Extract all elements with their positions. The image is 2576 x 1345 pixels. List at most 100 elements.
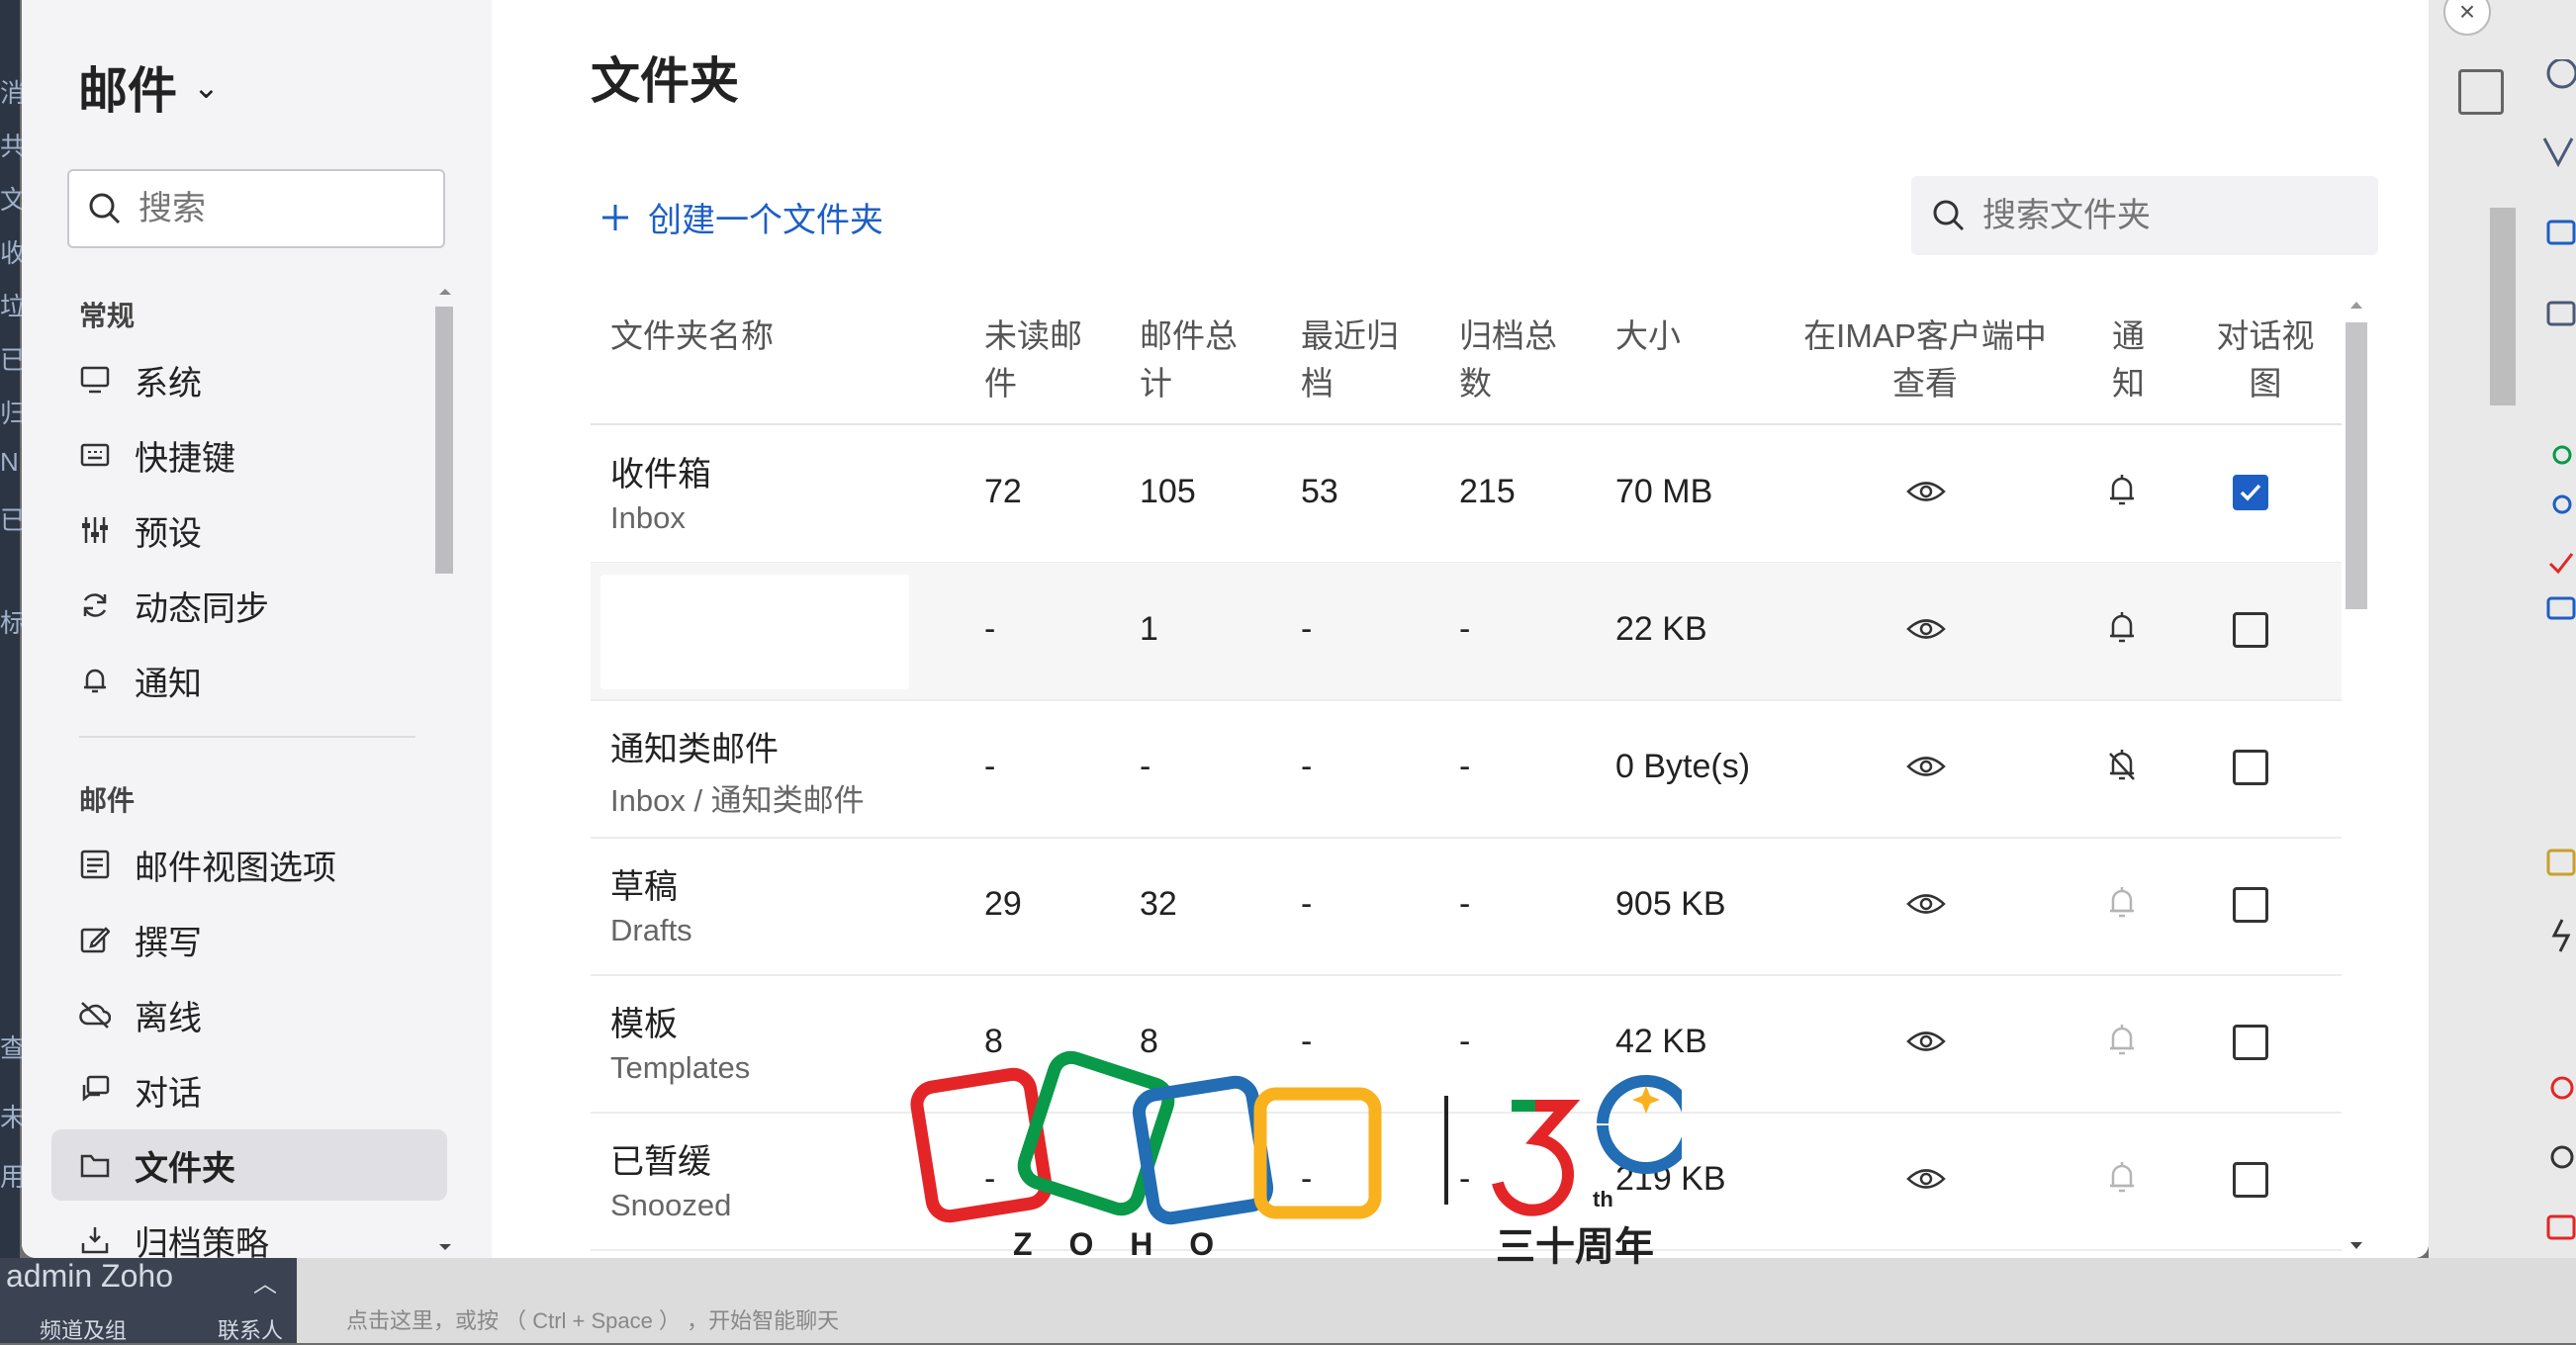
- table-row[interactable]: 通知类邮件 Inbox / 通知类邮件 - - - - 0 Byte(s): [591, 700, 2342, 839]
- bottom-channels[interactable]: 频道及组: [40, 1313, 127, 1345]
- zoho-anniversary-watermark: Z O H O th 三十周年: [910, 1048, 1696, 1269]
- folders-scrollbar-thumb[interactable]: [2346, 322, 2367, 609]
- folder-search-input[interactable]: [1980, 195, 2360, 236]
- bell-off-icon[interactable]: [2106, 748, 2138, 781]
- archive-icon: [77, 1222, 113, 1258]
- column-header-unread[interactable]: 未读邮件: [984, 313, 1082, 407]
- conversation-view-checkbox[interactable]: [2233, 612, 2268, 648]
- create-folder-button[interactable]: 创建一个文件夹: [600, 193, 883, 241]
- eye-icon[interactable]: [1906, 616, 1946, 642]
- sidebar-item-notifications[interactable]: 通知: [51, 645, 447, 716]
- sidebar-item-label: 对话: [135, 1074, 202, 1113]
- column-header-archived-total[interactable]: 归档总数: [1459, 313, 1557, 407]
- eye-icon[interactable]: [1906, 754, 1946, 779]
- page-title: 文件夹: [591, 53, 739, 109]
- sidebar-item-dynamic-sync[interactable]: 动态同步: [51, 570, 447, 641]
- bell-icon[interactable]: [2106, 473, 2138, 506]
- sidebar-item-mail-view-options[interactable]: 邮件视图选项: [51, 829, 447, 900]
- cell-recent: -: [1301, 610, 1313, 648]
- smart-chat-hint[interactable]: 点击这里，或按 （ Ctrl + Space ） ，开始智能聊天: [346, 1303, 839, 1335]
- sidebar-item-label: 预设: [135, 514, 202, 553]
- search-icon: [1933, 200, 1965, 231]
- sidebar-item-label: 撰写: [135, 924, 202, 962]
- eye-icon[interactable]: [1906, 1166, 1946, 1192]
- sidebar-scrollbar[interactable]: [433, 281, 457, 1258]
- create-folder-label: 创建一个文件夹: [648, 202, 883, 239]
- column-header-notify[interactable]: 通知: [2112, 313, 2145, 407]
- folder-name-input[interactable]: [600, 575, 909, 689]
- bell-icon[interactable]: [2106, 610, 2138, 644]
- settings-search-box[interactable]: [67, 169, 445, 248]
- bottom-contacts[interactable]: 联系人: [218, 1313, 283, 1345]
- column-header-conversation[interactable]: 对话视图: [2211, 313, 2320, 407]
- cell-recent: -: [1301, 748, 1313, 785]
- table-row[interactable]: - 1 - - 22 KB: [591, 563, 2342, 701]
- chat-icon: [77, 1072, 113, 1108]
- column-header-imap[interactable]: 在IMAP客户端中 查看: [1795, 313, 2055, 407]
- conversation-view-checkbox[interactable]: [2233, 1025, 2268, 1060]
- sidebar-item-system[interactable]: 系统: [51, 344, 447, 415]
- eye-icon[interactable]: [1906, 1029, 1946, 1054]
- table-row[interactable]: 草稿 Drafts 29 32 - - 905 KB: [591, 838, 2342, 976]
- sidebar-item-label: 归档策略: [135, 1224, 269, 1259]
- conversation-view-checkbox[interactable]: [2233, 750, 2268, 785]
- anniversary-text: 三十周年: [1496, 1225, 1654, 1269]
- bg-scrollbar: [2490, 208, 2516, 405]
- sidebar-divider: [79, 736, 415, 738]
- settings-category-title: 邮件: [78, 63, 177, 119]
- column-header-name[interactable]: 文件夹名称: [610, 313, 774, 360]
- sidebar-item-label: 文件夹: [135, 1149, 235, 1188]
- chevron-up-icon: ︿: [253, 1271, 277, 1298]
- scroll-down-icon[interactable]: [433, 1238, 457, 1258]
- conversation-view-checkbox[interactable]: [2233, 475, 2268, 510]
- sidebar-item-conversation[interactable]: 对话: [51, 1054, 447, 1125]
- folders-scrollbar[interactable]: [2342, 293, 2371, 1258]
- background-app-sidebar: 消 共 文 收 垃 已 归 N 已 标 查 未 用: [0, 0, 26, 1343]
- sidebar-item-folders[interactable]: 文件夹: [51, 1129, 447, 1201]
- sidebar-item-archive-policy[interactable]: 归档策略: [51, 1205, 447, 1258]
- column-header-total[interactable]: 邮件总计: [1140, 313, 1238, 407]
- cell-size: 22 KB: [1615, 610, 1707, 648]
- sidebar-item-label: 动态同步: [135, 589, 269, 628]
- column-header-size[interactable]: 大小: [1615, 313, 1681, 360]
- sidebar-item-label: 快捷键: [135, 439, 235, 478]
- bell-icon[interactable]: [2106, 1160, 2138, 1194]
- sidebar-item-offline[interactable]: 离线: [51, 979, 447, 1050]
- edit-icon: [77, 922, 113, 957]
- bell-icon[interactable]: [2106, 885, 2138, 919]
- sidebar-item-presets[interactable]: 预设: [51, 494, 447, 566]
- table-row[interactable]: 收件箱 Inbox 72 105 53 215 70 MB: [591, 425, 2342, 564]
- folder-path: Snoozed: [610, 1188, 732, 1222]
- plus-icon: [602, 204, 628, 230]
- column-header-recent-archive[interactable]: 最近归档: [1301, 313, 1399, 407]
- user-bar[interactable]: admin Zoho ︿ 频道及组 联系人: [0, 1258, 297, 1343]
- search-icon: [89, 193, 121, 224]
- sidebar-item-label: 系统: [135, 364, 202, 403]
- folder-path: Inbox: [610, 500, 686, 535]
- layout-icon: [77, 847, 113, 882]
- folder-search-box[interactable]: [1911, 176, 2378, 255]
- settings-search-input[interactable]: [137, 188, 417, 229]
- monitor-icon: [77, 362, 113, 398]
- eye-icon[interactable]: [1906, 891, 1946, 917]
- bell-icon[interactable]: [2106, 1023, 2138, 1056]
- conversation-view-checkbox[interactable]: [2233, 887, 2268, 923]
- settings-sidebar: 邮件 ⌄ 常规 系统 快捷键 预设 动态同步 通知 邮件: [22, 0, 492, 1258]
- sidebar-item-compose[interactable]: 撰写: [51, 904, 447, 975]
- cell-size: 0 Byte(s): [1615, 748, 1751, 785]
- eye-icon[interactable]: [1906, 479, 1946, 504]
- scroll-up-icon[interactable]: [433, 281, 457, 301]
- scroll-down-icon[interactable]: [2342, 1234, 2371, 1258]
- section-mail-label: 邮件: [79, 785, 136, 816]
- keyboard-icon: [77, 437, 113, 473]
- folder-name: 收件箱: [610, 456, 711, 493]
- bell-icon: [77, 663, 113, 698]
- table-icon: [2458, 69, 2504, 115]
- anniversary-th: th: [1593, 1187, 1613, 1211]
- cell-total: 1: [1140, 610, 1158, 648]
- sidebar-scrollbar-thumb[interactable]: [435, 307, 453, 574]
- settings-category-selector[interactable]: 邮件 ⌄: [78, 51, 220, 123]
- sidebar-item-shortcuts[interactable]: 快捷键: [51, 419, 447, 491]
- scroll-up-icon[interactable]: [2342, 293, 2371, 316]
- conversation-view-checkbox[interactable]: [2233, 1162, 2268, 1198]
